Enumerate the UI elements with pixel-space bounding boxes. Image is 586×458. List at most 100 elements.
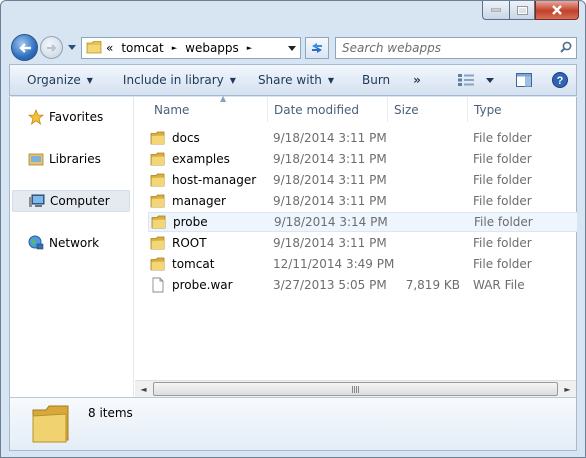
file-name: ROOT (172, 236, 207, 250)
file-name: probe (173, 215, 208, 229)
file-row[interactable]: docs 9/18/2014 3:11 PM File folder (148, 128, 578, 148)
breadcrumb-item-tomcat[interactable]: tomcat (121, 41, 163, 55)
navigation-bar: « tomcat ► webapps ► Search webapps (9, 33, 577, 61)
nav-item-network[interactable]: Network (12, 232, 130, 254)
file-name: tomcat (172, 257, 215, 271)
file-type: File folder (473, 131, 532, 145)
back-arrow-icon (18, 42, 31, 53)
file-row[interactable]: ROOT 9/18/2014 3:11 PM File folder (148, 233, 578, 253)
file-row[interactable]: probe 9/18/2014 3:14 PM File folder (148, 212, 578, 232)
folder-icon (150, 235, 166, 251)
nav-item-label: Libraries (49, 152, 101, 166)
close-button[interactable] (535, 1, 579, 20)
chevron-down-icon (288, 45, 296, 51)
back-button[interactable] (11, 34, 38, 61)
nav-item-computer[interactable]: Computer (12, 190, 130, 212)
navigation-pane: Favorites Libraries Computer Network (10, 97, 134, 397)
item-count: 8 items (88, 406, 133, 420)
file-row[interactable]: host-manager 9/18/2014 3:11 PM File folder (148, 170, 578, 190)
file-name: examples (172, 152, 230, 166)
file-row[interactable]: manager 9/18/2014 3:11 PM File folder (148, 191, 578, 211)
close-icon (552, 5, 562, 15)
file-date-modified: 3/27/2013 5:05 PM (273, 278, 387, 292)
column-header-name[interactable]: ▲ Name (148, 94, 268, 122)
details-pane: 8 items (9, 397, 577, 451)
file-date-modified: 9/18/2014 3:11 PM (273, 173, 387, 187)
column-size-label: Size (394, 102, 419, 117)
folder-icon (151, 214, 167, 230)
file-type: File folder (473, 194, 532, 208)
maximize-button[interactable] (509, 1, 535, 20)
organize-button[interactable]: Organize ▼ (10, 65, 102, 95)
folder-icon (150, 151, 166, 167)
file-date-modified: 9/18/2014 3:11 PM (273, 236, 387, 250)
include-in-library-label: Include in library (122, 73, 224, 87)
forward-button[interactable] (40, 36, 63, 59)
minimize-button[interactable] (482, 1, 509, 20)
nav-item-label: Favorites (49, 110, 104, 124)
search-icon (560, 41, 572, 56)
scroll-left-button[interactable]: ◄ (135, 381, 152, 397)
file-icon (150, 277, 166, 293)
burn-button[interactable]: Burn (343, 65, 399, 95)
large-folder-icon (30, 404, 74, 447)
column-date-label: Date modified (274, 102, 360, 117)
chevron-down-icon: ▼ (327, 75, 334, 85)
chevron-down-icon: ▼ (229, 75, 236, 85)
recent-pages-dropdown[interactable] (67, 41, 77, 53)
scroll-right-button[interactable]: ► (559, 381, 576, 397)
search-input[interactable]: Search webapps (342, 41, 441, 55)
file-type: File folder (474, 215, 533, 229)
file-list: ▲ Name Date modified Size Type docs 9/18/… (135, 94, 578, 397)
preview-pane-button[interactable] (510, 65, 546, 95)
svg-text:?: ? (557, 75, 564, 87)
file-size: 7,819 KB (405, 278, 460, 292)
help-icon: ? (552, 72, 568, 88)
horizontal-scrollbar[interactable]: ◄ ► (135, 380, 576, 397)
help-button[interactable]: ? (546, 65, 576, 95)
file-date-modified: 9/18/2014 3:11 PM (273, 152, 387, 166)
file-name: docs (172, 131, 200, 145)
share-with-button[interactable]: Share with ▼ (245, 65, 343, 95)
nav-item-libraries[interactable]: Libraries (12, 148, 130, 170)
burn-label: Burn (362, 73, 391, 87)
folder-icon (150, 130, 166, 146)
network-icon (28, 235, 44, 251)
address-dropdown-button[interactable] (284, 38, 300, 58)
nav-item-favorites[interactable]: Favorites (12, 106, 130, 128)
scrollbar-thumb[interactable] (153, 382, 558, 396)
include-in-library-button[interactable]: Include in library ▼ (102, 65, 245, 95)
file-date-modified: 9/18/2014 3:14 PM (274, 215, 388, 229)
star-icon (28, 109, 44, 125)
breadcrumb-overflow[interactable]: « (106, 41, 113, 55)
breadcrumb-separator-icon[interactable]: ► (247, 44, 252, 52)
chevron-down-icon (486, 77, 494, 83)
column-type-label: Type (474, 102, 502, 117)
content-area: Favorites Libraries Computer Network ▲ N… (9, 94, 578, 397)
folder-icon (150, 172, 166, 188)
file-row[interactable]: tomcat 12/11/2014 3:49 PM File folder (148, 254, 578, 274)
file-type: File folder (473, 173, 532, 187)
nav-item-label: Computer (50, 194, 110, 208)
file-date-modified: 12/11/2014 3:49 PM (273, 257, 395, 271)
search-box[interactable]: Search webapps (335, 37, 577, 59)
column-header-type[interactable]: Type (468, 97, 568, 122)
more-commands-button[interactable]: » (399, 65, 430, 95)
column-header-size[interactable]: Size (388, 97, 468, 122)
file-type: File folder (473, 257, 532, 271)
chevron-down-icon: ▼ (86, 75, 93, 85)
file-row[interactable]: probe.war 3/27/2013 5:05 PM 7,819 KB WAR Fi… (148, 275, 578, 295)
file-row[interactable]: examples 9/18/2014 3:11 PM File folder (148, 149, 578, 169)
column-header-date-modified[interactable]: Date modified (268, 97, 388, 122)
breadcrumb-item-webapps[interactable]: webapps (185, 41, 239, 55)
breadcrumb-separator-icon[interactable]: ► (172, 44, 177, 52)
view-options-dropdown[interactable] (480, 65, 510, 95)
breadcrumb: « tomcat ► webapps ► (102, 41, 256, 55)
caption-buttons (482, 1, 579, 20)
file-type: WAR File (473, 278, 525, 292)
refresh-button[interactable] (305, 37, 329, 59)
address-bar[interactable]: « tomcat ► webapps ► (81, 37, 301, 59)
sort-ascending-icon: ▲ (220, 94, 227, 103)
change-view-button[interactable] (452, 65, 480, 95)
maximize-icon (516, 5, 528, 15)
